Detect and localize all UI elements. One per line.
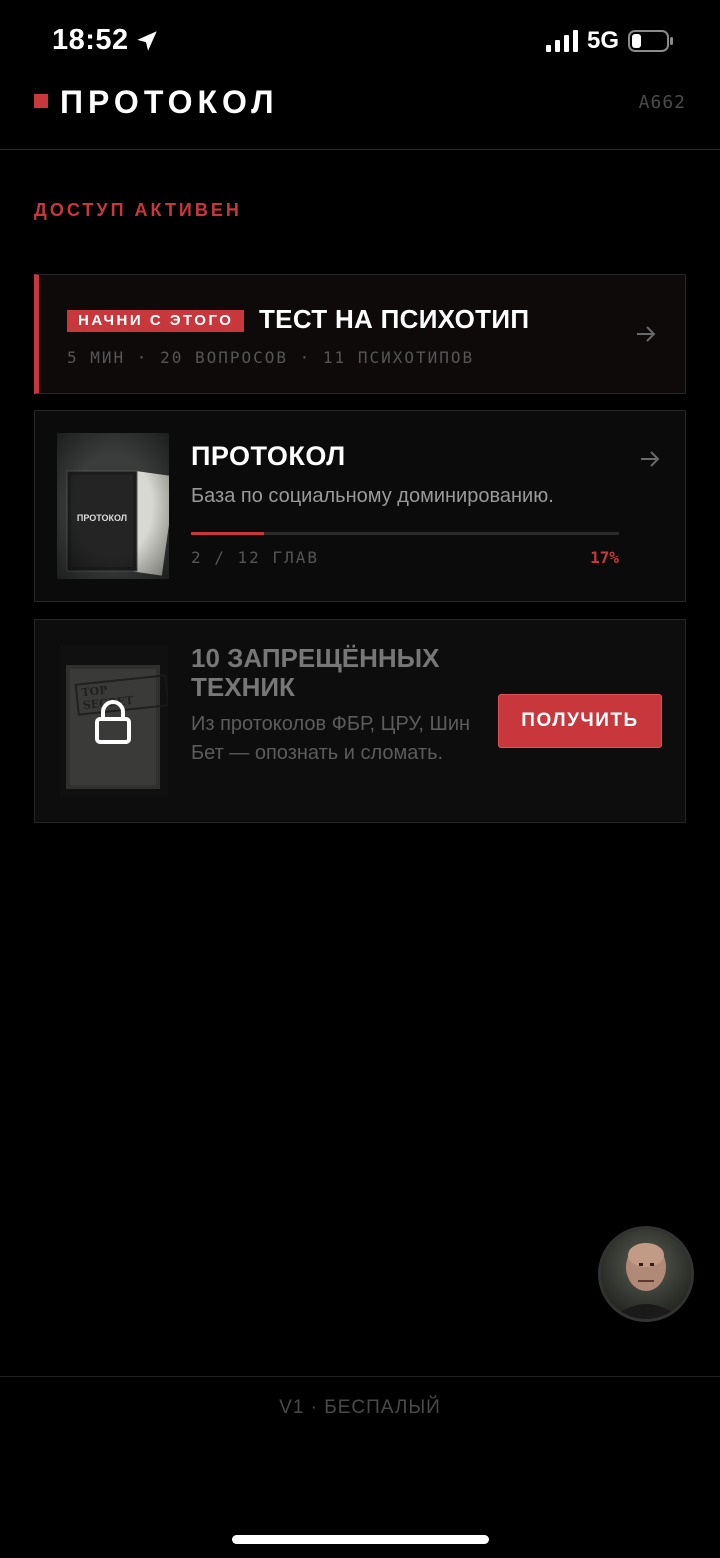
status-time: 18:52 bbox=[52, 24, 129, 56]
location-arrow-icon bbox=[137, 31, 157, 51]
home-indicator[interactable] bbox=[232, 1535, 489, 1544]
network-type: 5G bbox=[587, 27, 620, 54]
forbidden-techniques-card[interactable]: TOP SECRET 10 ЗАПРЕЩЁННЫХ ТЕХНИК Из прот… bbox=[34, 619, 686, 823]
app-header: ПРОТОКОЛ A662 bbox=[0, 84, 720, 150]
progress-percent: 17% bbox=[590, 548, 619, 567]
lock-icon bbox=[95, 700, 131, 744]
arrow-right-icon bbox=[637, 326, 656, 342]
book-card-title: ПРОТОКОЛ bbox=[191, 441, 346, 471]
protocol-book-card[interactable]: ПРОТОКОЛ ПРОТОКОЛ База по социальному до… bbox=[34, 410, 686, 602]
book-card-subtitle: База по социальному доминированию. bbox=[191, 485, 554, 507]
locked-book-cover-image: TOP SECRET bbox=[60, 645, 168, 797]
test-card-title: ТЕСТ НА ПСИХОТИП bbox=[259, 304, 530, 334]
reading-progress-bar bbox=[191, 532, 619, 535]
footer: V1 · БЕСПАЛЫЙ bbox=[0, 1376, 720, 1456]
book-cover-image: ПРОТОКОЛ bbox=[57, 433, 169, 579]
book-cover-title: ПРОТОКОЛ bbox=[76, 513, 128, 523]
start-here-badge: НАЧНИ С ЭТОГО bbox=[67, 310, 245, 332]
reading-progress-fill bbox=[191, 532, 264, 535]
locked-card-title: 10 ЗАПРЕЩЁННЫХ ТЕХНИК bbox=[191, 643, 440, 702]
footer-version: V1 · БЕСПАЛЫЙ bbox=[279, 1397, 441, 1418]
assistant-avatar-button[interactable] bbox=[598, 1226, 694, 1322]
psychotype-test-card[interactable]: НАЧНИ С ЭТОГО ТЕСТ НА ПСИХОТИП 5 МИН · 2… bbox=[34, 274, 686, 394]
cellular-signal-icon bbox=[546, 30, 578, 52]
chapters-count: 2 / 12 ГЛАВ bbox=[191, 548, 319, 567]
brand-title: ПРОТОКОЛ bbox=[60, 84, 279, 120]
test-card-meta: 5 МИН · 20 ВОПРОСОВ · 11 ПСИХОТИПОВ bbox=[67, 348, 475, 367]
get-button[interactable]: ПОЛУЧИТЬ bbox=[498, 694, 662, 748]
arrow-right-icon bbox=[641, 451, 660, 467]
user-code: A662 bbox=[638, 92, 686, 113]
access-status: ДОСТУП АКТИВЕН bbox=[34, 200, 242, 220]
brand-mark-icon bbox=[34, 94, 48, 108]
locked-card-description: Из протоколов ФБР, ЦРУ, Шин Бет — опозна… bbox=[191, 713, 471, 764]
battery-icon bbox=[628, 30, 673, 52]
status-bar: 18:52 5G bbox=[0, 0, 720, 84]
